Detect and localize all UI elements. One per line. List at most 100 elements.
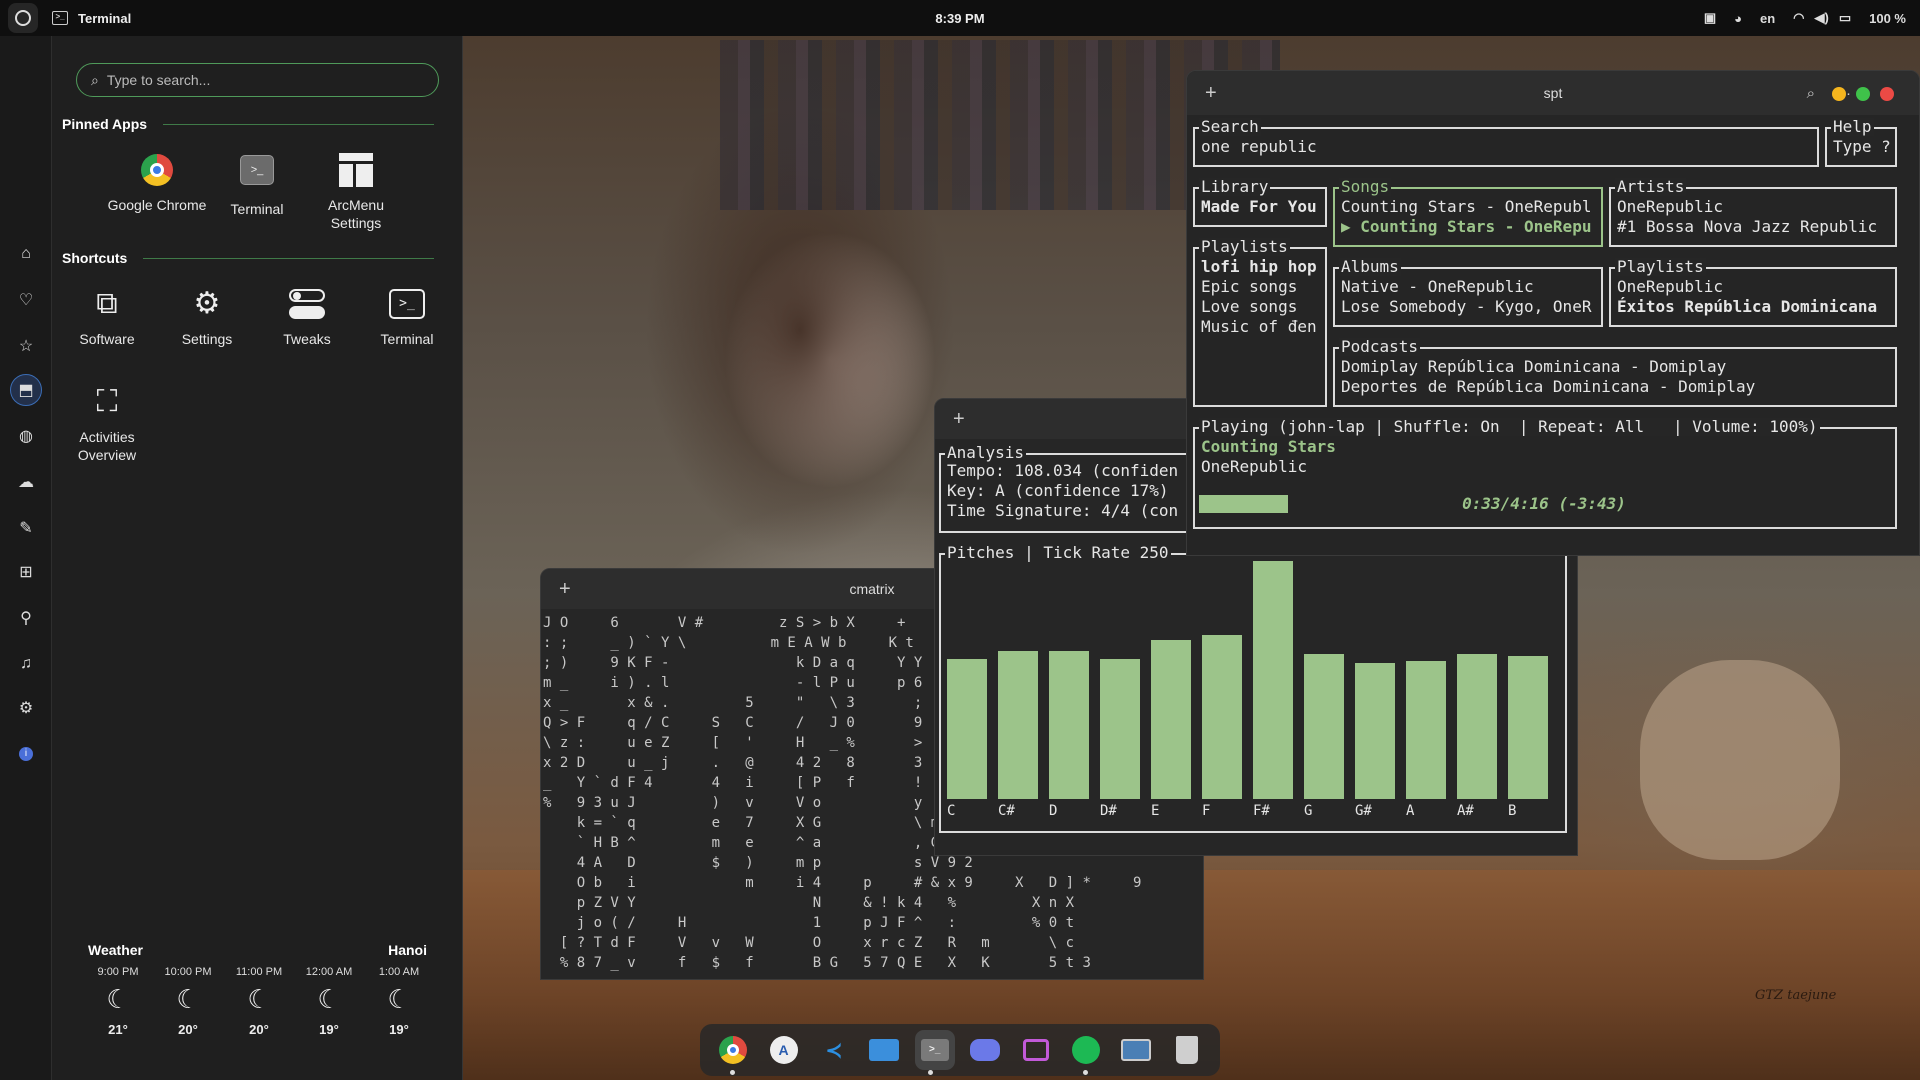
pitch-label: C <box>947 803 956 819</box>
window-titlebar[interactable]: + spt ⌕ ··· <box>1187 71 1919 115</box>
pitch-label: G# <box>1355 803 1372 819</box>
minimize-button[interactable] <box>1832 87 1846 101</box>
song-item-playing[interactable]: ▶ Counting Stars - OneRepu <box>1341 217 1597 237</box>
playlist-item[interactable]: Music of đen <box>1201 317 1317 337</box>
software-icon[interactable]: A <box>764 1030 804 1070</box>
pitch-chart: C C# D D# E F F# G G# A A# B <box>941 555 1565 831</box>
pinned-app-arcmenu-settings[interactable]: ArcMenu Settings <box>306 150 406 232</box>
playlists-box[interactable]: Playlists lofi hip hop Epic songs Love s… <box>1193 238 1327 407</box>
home-icon[interactable]: ⌂ <box>10 238 42 270</box>
pitch-label: C# <box>998 803 1015 819</box>
battery-percentage: 100 % <box>1869 10 1906 26</box>
new-tab-button[interactable]: + <box>559 578 571 601</box>
screenshot-icon[interactable]: ▣ <box>1704 10 1716 26</box>
forecast-time: 1:00 AM <box>378 966 420 978</box>
weather-widget[interactable]: Weather Hanoi 9:00 PM ☾ 21° 10:00 PM ☾ 2… <box>52 936 463 1076</box>
status-icons[interactable]: ◠ ◀) ▭ <box>1793 10 1851 26</box>
library-item[interactable]: Made For You <box>1201 197 1317 217</box>
podcasts-box[interactable]: Podcasts Domiplay República Dominicana -… <box>1333 338 1897 407</box>
podcast-item[interactable]: Domiplay República Dominicana - Domiplay <box>1341 357 1726 377</box>
search-icon[interactable]: ⌕ <box>1807 85 1815 102</box>
spotify-icon[interactable] <box>1066 1030 1106 1075</box>
moon-icon: ☾ <box>176 984 200 1014</box>
progress-track[interactable]: 0:33/4:16 (-3:43) <box>1199 495 1889 515</box>
forecast-temp: 19° <box>319 1022 339 1037</box>
language-indicator[interactable]: en <box>1760 11 1775 26</box>
shortcut-tweaks[interactable]: Tweaks <box>257 284 357 348</box>
songs-box[interactable]: Songs Counting Stars - OneRepubl ▶ Count… <box>1333 178 1603 247</box>
artist-item[interactable]: OneRepublic <box>1617 197 1723 217</box>
now-playing-title: Counting Stars <box>1201 437 1336 456</box>
settings-gear-icon[interactable]: ⚙ <box>10 692 42 724</box>
result-playlist-item[interactable]: OneRepublic <box>1617 277 1723 297</box>
library-box[interactable]: Library Made For You <box>1193 178 1327 227</box>
matrix-line: % 8 7 _ v f $ f B G 5 7 Q E X K 5 t 3 <box>543 955 1091 971</box>
top-bar: >_ Terminal 8:39 PM ▣ ◕ en ◠ ◀) ▭ 100 % <box>0 0 1920 36</box>
playlist-item[interactable]: lofi hip hop <box>1201 257 1317 277</box>
album-item[interactable]: Native - OneRepublic <box>1341 277 1597 297</box>
forecast-time: 12:00 AM <box>305 966 353 978</box>
activities-button[interactable] <box>8 3 38 33</box>
pitch-label: D <box>1049 803 1058 819</box>
palette-icon[interactable]: ◍ <box>10 420 42 452</box>
shortcut-settings[interactable]: ⚙ Settings <box>157 284 257 348</box>
terminal-icon[interactable]: >_ <box>914 1030 955 1075</box>
music-icon[interactable]: ♫ <box>10 648 42 680</box>
result-playlists-box[interactable]: Playlists OneRepublic Éxitos República D… <box>1609 258 1897 327</box>
cloud-icon[interactable]: ☁ <box>10 466 42 498</box>
spt-window[interactable]: + spt ⌕ ··· Search one republic Help Typ… <box>1186 70 1920 556</box>
discord-icon[interactable]: ◕ <box>1734 11 1742 26</box>
pencil-icon[interactable]: ✎ <box>10 512 42 544</box>
albums-box[interactable]: Albums Native - OneRepublic Lose Somebod… <box>1333 258 1603 327</box>
vscode-icon[interactable]: ≺ <box>814 1030 854 1070</box>
maximize-button[interactable] <box>1856 87 1870 101</box>
shortcut-terminal[interactable]: >_ Terminal <box>357 284 457 348</box>
chrome-icon[interactable] <box>713 1030 753 1075</box>
new-tab-button[interactable]: + <box>953 408 965 431</box>
forecast-temp: 20° <box>178 1022 198 1037</box>
shortcut-software[interactable]: ⧉ Software <box>57 284 157 348</box>
info-icon[interactable]: i <box>10 738 42 770</box>
wifi-icon: ◠ <box>1793 10 1805 25</box>
podcast-item[interactable]: Deportes de República Dominicana - Domip… <box>1341 377 1755 397</box>
result-playlist-item[interactable]: Éxitos República Dominicana <box>1617 297 1877 317</box>
extensions-icon[interactable]: ⊞ <box>10 556 42 588</box>
result-playlists-label: Playlists <box>1615 257 1706 276</box>
close-button[interactable] <box>1880 87 1894 101</box>
discord-icon[interactable] <box>965 1030 1005 1070</box>
pinned-app-label: Terminal <box>230 201 284 217</box>
star-icon[interactable]: ☆ <box>10 330 42 362</box>
search-placeholder: Type to search... <box>106 72 211 88</box>
pinned-app-terminal[interactable]: >_ Terminal <box>207 150 307 218</box>
song-item[interactable]: Counting Stars - OneRepubl <box>1341 197 1597 217</box>
album-item[interactable]: Lose Somebody - Kygo, OneR <box>1341 297 1597 317</box>
search-box[interactable]: Search one republic <box>1193 118 1819 167</box>
shortcut-activities-overview[interactable]: ⛶ Activities Overview <box>57 382 157 464</box>
remote-desktop-icon[interactable] <box>1116 1030 1156 1070</box>
forecast-time: 11:00 PM <box>235 966 283 978</box>
clock[interactable]: 8:39 PM <box>0 11 1920 26</box>
pitch-bar-f <box>1202 635 1242 799</box>
search-input[interactable]: ⌕ Type to search... <box>76 63 439 97</box>
heart-icon[interactable]: ♡ <box>10 284 42 316</box>
apps-menu-icon[interactable]: ⬒ <box>10 374 42 406</box>
playlist-item[interactable]: Love songs <box>1201 297 1297 317</box>
pinned-app-chrome[interactable]: Google Chrome <box>107 150 207 214</box>
artists-box[interactable]: Artists OneRepublic #1 Bossa Nova Jazz R… <box>1609 178 1897 247</box>
new-tab-button[interactable]: + <box>1205 82 1217 105</box>
screenshot-icon[interactable] <box>1016 1030 1056 1070</box>
files-icon[interactable] <box>864 1030 904 1070</box>
trash-icon[interactable] <box>1167 1030 1207 1070</box>
help-box[interactable]: Help Type ? <box>1825 118 1897 167</box>
pitch-bar-f-sharp <box>1253 561 1293 799</box>
software-icon: ⧉ <box>96 287 118 320</box>
playlist-item[interactable]: Epic songs <box>1201 277 1297 297</box>
shortcut-label: Activities Overview <box>77 429 137 463</box>
artist-item[interactable]: #1 Bossa Nova Jazz Republic <box>1617 217 1877 237</box>
playing-box[interactable]: Playing (john-lap | Shuffle: On | Repeat… <box>1193 418 1897 529</box>
app-indicator[interactable]: >_ Terminal <box>52 11 131 26</box>
pitch-bar-c <box>947 659 987 799</box>
brush-icon[interactable]: ⚲ <box>10 602 42 634</box>
system-tray[interactable]: ▣ ◕ en ◠ ◀) ▭ 100 % <box>1704 0 1906 36</box>
pitches-box: Pitches | Tick Rate 250 C C# D D# E F F# G G# A A#… <box>939 544 1567 833</box>
